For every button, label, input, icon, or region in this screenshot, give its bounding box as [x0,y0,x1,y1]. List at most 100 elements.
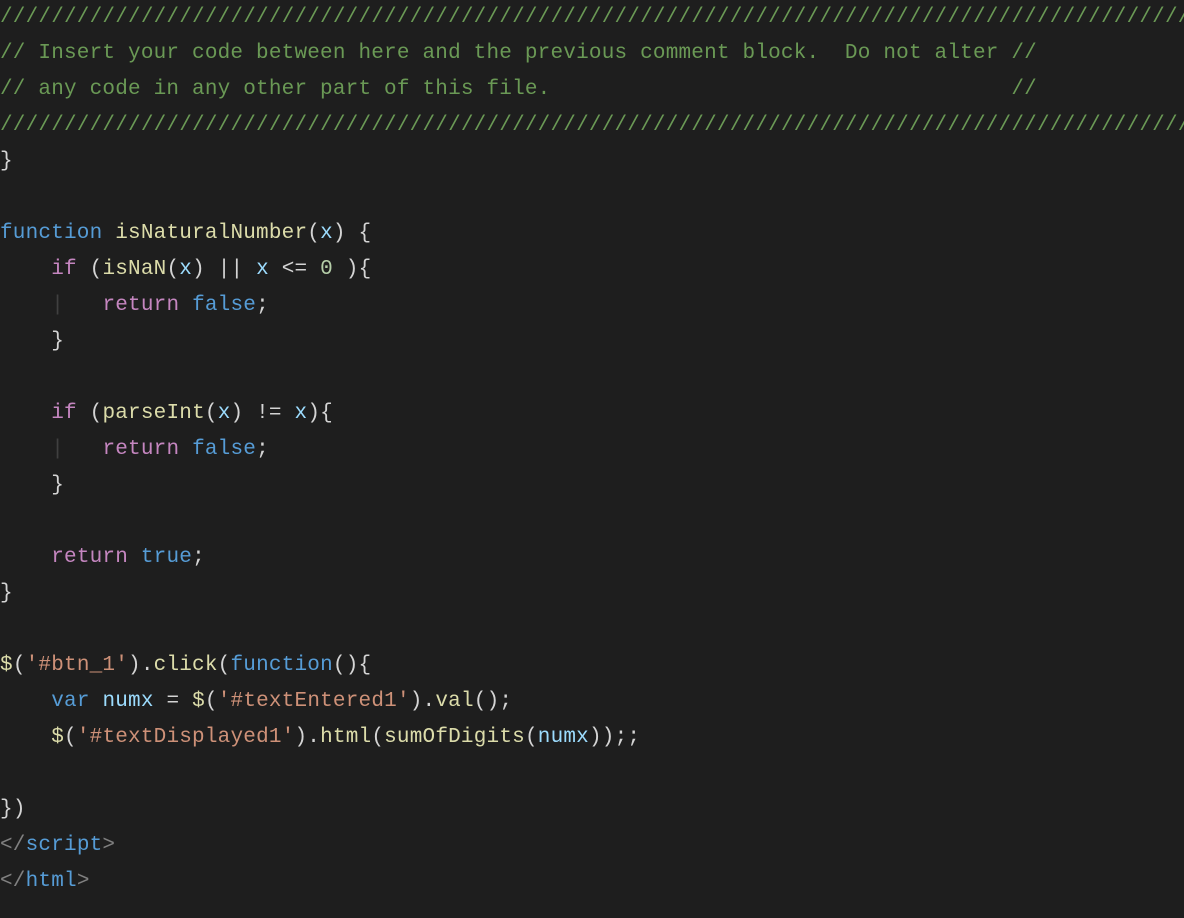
code-token: } [0,582,13,605]
code-token: </ [0,870,26,893]
code-line[interactable] [0,612,1184,648]
code-line[interactable]: } [0,468,1184,504]
code-token [77,402,90,425]
code-line[interactable]: ////////////////////////////////////////… [0,108,1184,144]
code-token: isNaturalNumber [115,222,307,245]
code-line[interactable]: function isNaturalNumber(x) { [0,216,1184,252]
code-line[interactable]: if (parseInt(x) != x){ [0,396,1184,432]
code-token: ; [256,294,269,317]
code-token [154,690,167,713]
code-line[interactable] [0,180,1184,216]
code-line[interactable]: | return false; [0,432,1184,468]
code-token [0,330,51,353]
code-line[interactable]: } [0,576,1184,612]
code-token: numx [102,690,153,713]
code-token [179,294,192,317]
code-line[interactable]: } [0,144,1184,180]
code-token: || [218,258,244,281]
code-token: x [295,402,308,425]
code-line[interactable]: } [0,324,1184,360]
code-token [282,402,295,425]
code-token: { [359,222,372,245]
code-token: ( [307,222,320,245]
code-line[interactable]: if (isNaN(x) || x <= 0 ){ [0,252,1184,288]
code-token: } [51,474,64,497]
code-token [179,438,192,461]
code-token: ) [346,258,359,281]
code-token: x [179,258,192,281]
code-token: ( [525,726,538,749]
code-token: | [51,294,64,317]
code-token [307,258,320,281]
code-token [90,690,103,713]
code-token [0,402,51,425]
code-line[interactable]: // any code in any other part of this fi… [0,72,1184,108]
code-token: ) [307,402,320,425]
code-token: val [435,690,473,713]
code-token: $ [0,654,13,677]
code-line[interactable]: // Insert your code between here and the… [0,36,1184,72]
code-line[interactable]: </script> [0,828,1184,864]
code-token: > [102,834,115,857]
code-token [269,258,282,281]
code-token: ////////////////////////////////////////… [0,114,1184,137]
code-token [0,690,51,713]
code-token: if [51,402,77,425]
code-token: return [102,438,179,461]
code-token: } [0,150,13,173]
code-token: ( [13,654,26,677]
code-token: ( [90,402,103,425]
code-token: ; [256,438,269,461]
code-line[interactable]: var numx = $('#textEntered1').val(); [0,684,1184,720]
code-line[interactable]: $('#btn_1').click(function(){ [0,648,1184,684]
code-token: ( [371,726,384,749]
code-token [102,222,115,245]
code-token: ) [333,222,359,245]
code-token: false [192,438,256,461]
code-token [64,438,102,461]
code-token [0,258,51,281]
code-line[interactable]: return true; [0,540,1184,576]
code-token [0,438,51,461]
code-line[interactable]: </html> [0,864,1184,900]
code-token: ));; [589,726,640,749]
code-token: // Insert your code between here and the… [0,42,1037,65]
code-token [0,546,51,569]
code-line[interactable] [0,756,1184,792]
code-token: 0 [320,258,333,281]
code-line[interactable] [0,504,1184,540]
code-token: ( [64,726,77,749]
code-token: sumOfDigits [384,726,525,749]
code-token: } [0,798,13,821]
code-token: click [154,654,218,677]
code-token: { [359,258,372,281]
code-token [77,258,90,281]
code-token: // any code in any other part of this fi… [0,78,1037,101]
code-token: ) [192,258,218,281]
code-token: '#btn_1' [26,654,128,677]
code-token: ( [90,258,103,281]
code-token: </ [0,834,26,857]
code-line[interactable]: ////////////////////////////////////////… [0,0,1184,36]
code-line[interactable]: $('#textDisplayed1').html(sumOfDigits(nu… [0,720,1184,756]
code-token [128,546,141,569]
code-token: function [0,222,102,245]
code-line[interactable] [0,360,1184,396]
code-token: ( [205,690,218,713]
code-token: html [320,726,371,749]
code-token: ////////////////////////////////////////… [0,6,1184,29]
code-token: () [333,654,359,677]
code-editor[interactable]: ////////////////////////////////////////… [0,0,1184,900]
code-token: numx [538,726,589,749]
code-token: ). [294,726,320,749]
code-line[interactable]: }) [0,792,1184,828]
code-token: != [256,402,282,425]
code-token: html [26,870,77,893]
code-token: '#textDisplayed1' [77,726,295,749]
code-token: return [102,294,179,317]
code-token: ) [231,402,257,425]
code-token: x [320,222,333,245]
code-line[interactable]: | return false; [0,288,1184,324]
code-token: ( [166,258,179,281]
code-token: ( [218,654,231,677]
